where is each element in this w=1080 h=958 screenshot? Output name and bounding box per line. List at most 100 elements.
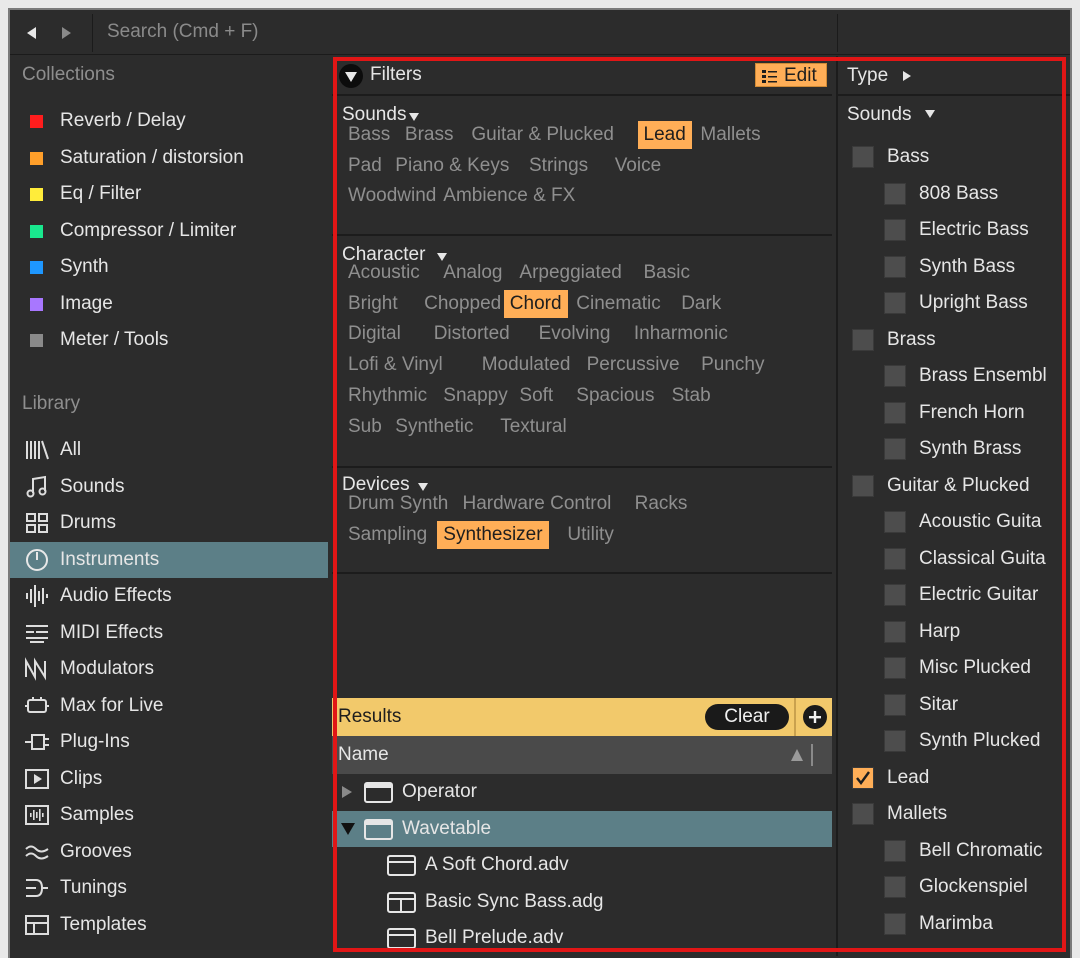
type-item[interactable]: Brass: [838, 325, 1070, 359]
type-checkbox[interactable]: [852, 474, 874, 497]
filter-chip[interactable]: Acoustic: [342, 259, 426, 287]
library-item-samples[interactable]: Samples: [10, 797, 328, 833]
library-item-max-for-live[interactable]: Max for Live: [10, 688, 328, 724]
type-checkbox[interactable]: [884, 657, 906, 679]
filter-chip[interactable]: Punchy: [695, 351, 770, 379]
filter-chip[interactable]: Brass: [399, 121, 460, 149]
filter-chip[interactable]: Snappy: [437, 382, 513, 410]
filter-chip[interactable]: Bright: [342, 290, 404, 318]
library-item-sounds[interactable]: Sounds: [10, 469, 328, 505]
filter-chip[interactable]: Piano & Keys: [389, 152, 515, 180]
type-item[interactable]: Misc Plucked: [838, 653, 1070, 687]
type-item[interactable]: Upright Bass: [838, 288, 1070, 322]
edit-button[interactable]: Edit: [755, 63, 827, 87]
collapse-triangle-icon[interactable]: [339, 64, 363, 88]
type-item[interactable]: Sitar: [838, 690, 1070, 724]
type-item[interactable]: Marimba: [838, 909, 1070, 943]
type-checkbox[interactable]: [884, 730, 906, 752]
type-item[interactable]: Mallets: [838, 799, 1070, 833]
library-item-audio-effects[interactable]: Audio Effects: [10, 578, 328, 614]
library-item-clips[interactable]: Clips: [10, 761, 328, 797]
library-item-grooves[interactable]: Grooves: [10, 834, 328, 870]
type-checkbox[interactable]: [884, 511, 906, 533]
filter-chip[interactable]: Mallets: [694, 121, 766, 149]
column-resize-handle[interactable]: [811, 744, 813, 766]
library-item-plug-ins[interactable]: Plug-Ins: [10, 724, 328, 760]
type-item[interactable]: Classical Guita: [838, 544, 1070, 578]
filter-chip[interactable]: Digital: [342, 320, 407, 348]
filter-chip[interactable]: Analog: [437, 259, 508, 287]
name-column-header[interactable]: Name: [332, 736, 832, 774]
library-item-all[interactable]: All: [10, 432, 328, 468]
type-sounds-header[interactable]: Sounds: [838, 96, 1070, 132]
filter-chip[interactable]: Bass: [342, 121, 396, 149]
filter-chip[interactable]: Racks: [629, 490, 694, 518]
collection-item[interactable]: Eq / Filter: [10, 176, 328, 212]
type-header[interactable]: Type: [838, 56, 1070, 96]
result-row[interactable]: Bell Prelude.adv: [332, 920, 832, 956]
type-item[interactable]: Harp: [838, 617, 1070, 651]
filter-chip[interactable]: Inharmonic: [628, 320, 734, 348]
type-checkbox[interactable]: [852, 146, 874, 168]
type-checkbox[interactable]: [852, 328, 874, 351]
filter-chip[interactable]: Chopped: [418, 290, 507, 318]
type-item[interactable]: Guitar & Plucked: [838, 471, 1070, 505]
filter-chip[interactable]: Lofi & Vinyl: [342, 351, 449, 379]
library-item-instruments[interactable]: Instruments: [10, 541, 328, 578]
type-checkbox[interactable]: [884, 365, 906, 387]
collection-item[interactable]: Reverb / Delay: [10, 103, 328, 139]
filter-chip[interactable]: Voice: [609, 152, 667, 180]
filter-chip[interactable]: Stab: [666, 382, 717, 410]
filter-chip[interactable]: Distorted: [428, 320, 516, 348]
back-arrow-icon[interactable]: [14, 16, 48, 50]
result-row[interactable]: Wavetable: [332, 810, 832, 847]
result-row[interactable]: Basic Sync Bass.adg: [332, 884, 832, 920]
filter-chip[interactable]: Arpeggiated: [513, 259, 627, 287]
library-item-drums[interactable]: Drums: [10, 505, 328, 541]
type-item[interactable]: Synth Plucked: [838, 726, 1070, 760]
type-item[interactable]: Bass: [838, 142, 1070, 176]
filter-chip[interactable]: Chord: [503, 289, 568, 318]
type-checkbox[interactable]: [884, 876, 906, 898]
result-row[interactable]: A Soft Chord.adv: [332, 847, 832, 883]
type-item[interactable]: Electric Bass: [838, 215, 1070, 249]
filter-chip[interactable]: Synthesizer: [437, 520, 549, 549]
type-item[interactable]: Electric Guitar: [838, 580, 1070, 614]
filter-chip[interactable]: Evolving: [533, 320, 617, 348]
filter-chip[interactable]: Synthetic: [389, 413, 479, 441]
type-item[interactable]: Acoustic Guita: [838, 507, 1070, 541]
filter-chip[interactable]: Cinematic: [570, 290, 666, 318]
result-row[interactable]: Operator: [332, 774, 832, 810]
type-checkbox[interactable]: [884, 401, 906, 424]
filter-chip[interactable]: Spacious: [570, 382, 660, 410]
expand-triangle-icon[interactable]: [340, 785, 354, 804]
library-item-midi-effects[interactable]: MIDI Effects: [10, 615, 328, 651]
clear-button[interactable]: Clear: [705, 704, 789, 730]
collection-item[interactable]: Compressor / Limiter: [10, 213, 328, 249]
collection-item[interactable]: Meter / Tools: [10, 322, 328, 358]
filter-chip[interactable]: Rhythmic: [342, 382, 433, 410]
library-item-modulators[interactable]: Modulators: [10, 651, 328, 687]
type-checkbox[interactable]: [884, 438, 906, 460]
add-plus-icon[interactable]: [802, 704, 828, 730]
filter-chip[interactable]: Percussive: [581, 351, 686, 379]
filter-chip[interactable]: Modulated: [476, 351, 577, 379]
type-item[interactable]: Synth Bass: [838, 252, 1070, 286]
type-checkbox[interactable]: [884, 292, 906, 314]
type-item[interactable]: French Horn: [838, 398, 1070, 432]
filter-chip[interactable]: Basic: [638, 259, 696, 287]
filter-chip[interactable]: Ambience & FX: [437, 182, 581, 210]
type-item[interactable]: Synth Brass: [838, 434, 1070, 468]
library-item-tunings[interactable]: Tunings: [10, 870, 328, 906]
collection-item[interactable]: Image: [10, 286, 328, 322]
filter-chip[interactable]: Soft: [513, 382, 559, 410]
type-checkbox[interactable]: [884, 912, 906, 935]
filter-chip[interactable]: Pad: [342, 152, 388, 180]
forward-arrow-icon[interactable]: [50, 16, 84, 50]
type-checkbox[interactable]: [852, 803, 874, 825]
type-item[interactable]: Glockenspiel: [838, 872, 1070, 906]
collapse-triangle-icon[interactable]: [340, 822, 356, 841]
filter-chip[interactable]: Sub: [342, 413, 388, 441]
filter-chip[interactable]: Textural: [494, 413, 573, 441]
type-item[interactable]: Bell Chromatic: [838, 836, 1070, 870]
